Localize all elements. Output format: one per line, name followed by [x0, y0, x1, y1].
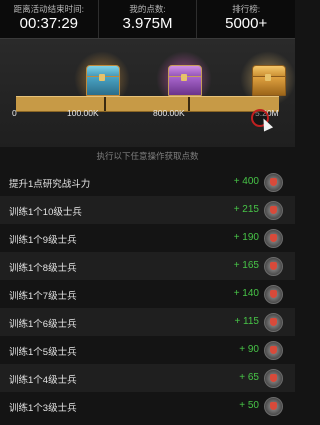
progress-tick-label: 0: [12, 108, 17, 118]
reward-chest-2-icon[interactable]: [156, 51, 212, 107]
task-label: 训练1个4级士兵: [9, 375, 77, 386]
points-emblem-icon: [264, 173, 283, 192]
task-label: 训练1个7级士兵: [9, 291, 77, 302]
task-list: 提升1点研究战斗力 + 400 训练1个10级士兵 + 215 训练1个9级士兵…: [0, 168, 295, 420]
task-points: + 140: [233, 288, 259, 299]
my-points-label: 我的点数:: [129, 4, 166, 14]
points-emblem-icon: [264, 313, 283, 332]
reward-progress-panel: 0 100.00K 800.00K 5.20M: [0, 39, 296, 147]
task-points: + 65: [239, 372, 259, 383]
progress-tick-label: 100.00K: [67, 108, 99, 118]
task-label: 训练1个10级士兵: [9, 207, 82, 218]
task-row[interactable]: 训练1个9级士兵 + 190: [0, 224, 295, 252]
task-label: 训练1个6级士兵: [9, 319, 77, 330]
task-row[interactable]: 训练1个6级士兵 + 115: [0, 308, 295, 336]
task-points: + 165: [233, 260, 259, 271]
points-emblem-icon: [264, 341, 283, 360]
task-row[interactable]: 提升1点研究战斗力 + 400: [0, 168, 295, 196]
event-stats-bar: 距离活动结束时间: 00:37:29 我的点数: 3.975M 排行榜: 500…: [0, 0, 295, 39]
task-points: + 215: [233, 204, 259, 215]
reward-chest-1-icon[interactable]: [74, 51, 130, 107]
points-emblem-icon: [264, 229, 283, 248]
points-emblem-icon: [264, 369, 283, 388]
task-points: + 50: [239, 400, 259, 411]
task-label: 训练1个3级士兵: [9, 403, 77, 414]
task-row[interactable]: 训练1个5级士兵 + 90: [0, 336, 295, 364]
points-progress-bar: [16, 96, 279, 112]
time-left-label: 距离活动结束时间:: [13, 4, 85, 14]
reward-chest-3-icon[interactable]: [240, 51, 296, 107]
points-emblem-icon: [264, 285, 283, 304]
instruction-text: 执行以下任意操作获取点数: [96, 151, 199, 161]
task-row[interactable]: 训练1个8级士兵 + 165: [0, 252, 295, 280]
task-points: + 115: [234, 316, 259, 327]
points-emblem-icon: [264, 257, 283, 276]
task-points: + 90: [239, 344, 259, 355]
task-label: 训练1个5级士兵: [9, 347, 77, 358]
task-row[interactable]: 训练1个4级士兵 + 65: [0, 364, 295, 392]
task-label: 提升1点研究战斗力: [9, 179, 91, 190]
chest-lock-icon: [265, 74, 271, 81]
task-label: 训练1个8级士兵: [9, 263, 77, 274]
task-label: 训练1个9级士兵: [9, 235, 77, 246]
rank-stat[interactable]: 排行榜: 5000+: [197, 0, 295, 38]
rank-label: 排行榜:: [232, 4, 261, 14]
task-points: + 190: [233, 232, 259, 243]
task-row[interactable]: 训练1个7级士兵 + 140: [0, 280, 295, 308]
my-points-value: 3.975M: [122, 15, 173, 32]
task-row[interactable]: 训练1个10级士兵 + 215: [0, 196, 295, 224]
time-left-value: 00:37:29: [19, 15, 79, 32]
points-emblem-icon: [264, 201, 283, 220]
my-points-stat: 我的点数: 3.975M: [99, 0, 198, 38]
points-emblem-icon: [264, 397, 283, 416]
time-left-stat: 距离活动结束时间: 00:37:29: [0, 0, 99, 38]
task-row[interactable]: 训练1个3级士兵 + 50: [0, 392, 295, 420]
mouse-cursor-icon: [258, 116, 274, 132]
rank-value: 5000+: [225, 15, 268, 32]
chest-lock-icon: [181, 74, 187, 81]
progress-divider: [104, 97, 106, 111]
progress-tick-label: 800.00K: [153, 108, 185, 118]
chest-lock-icon: [99, 74, 105, 81]
progress-divider: [188, 97, 190, 111]
task-points: + 400: [233, 176, 259, 187]
